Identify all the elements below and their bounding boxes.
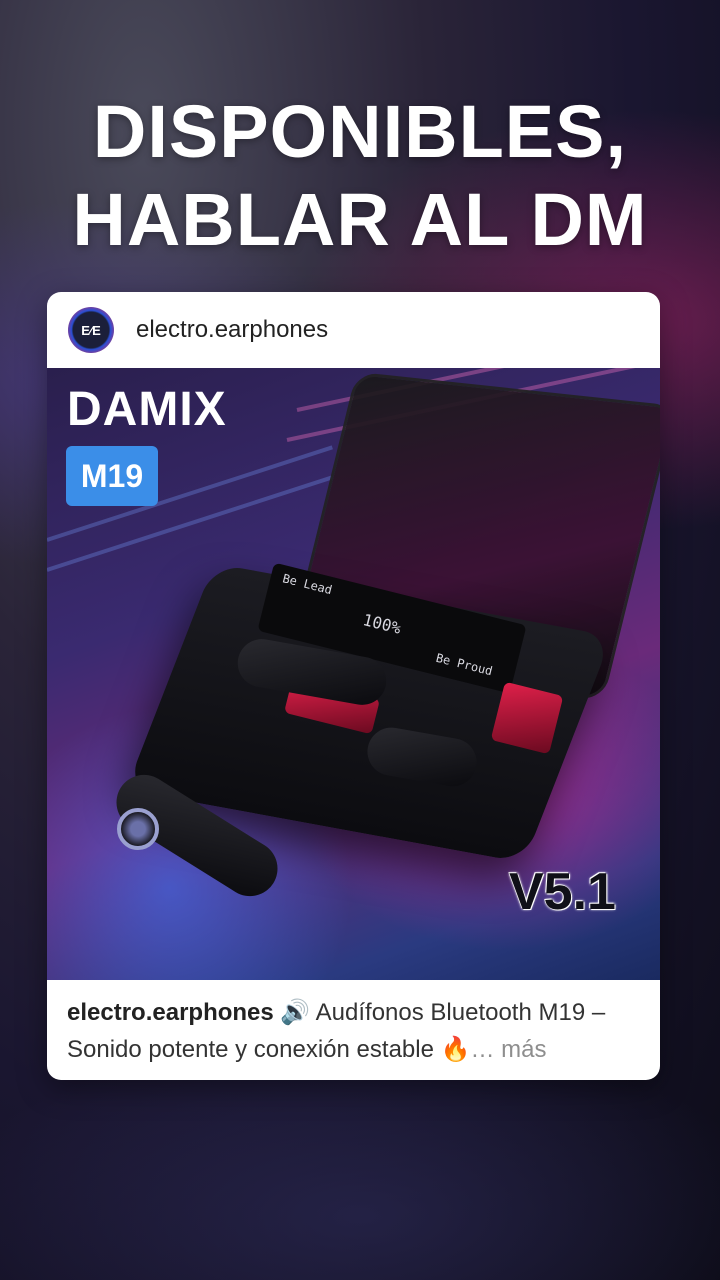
avatar-logo-text: E⁄E (81, 322, 101, 338)
model-badge: M19 (66, 446, 158, 506)
display-right-text: Be Proud (434, 650, 494, 679)
display-left-text: Be Lead (281, 571, 334, 598)
caption-username[interactable]: electro.earphones (67, 999, 274, 1026)
display-battery: 100% (360, 610, 403, 638)
post-image[interactable]: Be Lead 100% Be Proud DAMIX M19 V5.1 (47, 368, 660, 980)
story-headline: DISPONIBLES, HABLAR AL DM (0, 88, 720, 264)
post-caption[interactable]: electro.earphones 🔊 Audífonos Bluetooth … (67, 994, 642, 1068)
more-link[interactable]: … más (471, 1036, 547, 1063)
product-brand: DAMIX (67, 383, 227, 436)
fire-icon: 🔥 (440, 1035, 471, 1063)
speaker-icon: 🔊 (280, 998, 311, 1026)
headline-line-1: DISPONIBLES, (92, 90, 628, 173)
post-username[interactable]: electro.earphones (136, 316, 328, 344)
bluetooth-version: V5.1 (509, 863, 616, 921)
avatar[interactable]: E⁄E (68, 307, 114, 353)
earbud-sensor (117, 808, 159, 850)
post-header[interactable]: E⁄E electro.earphones (47, 292, 660, 368)
shared-post-card[interactable]: E⁄E electro.earphones Be Lead 100% Be Pr… (47, 292, 660, 1080)
headline-line-2: HABLAR AL DM (72, 178, 648, 261)
